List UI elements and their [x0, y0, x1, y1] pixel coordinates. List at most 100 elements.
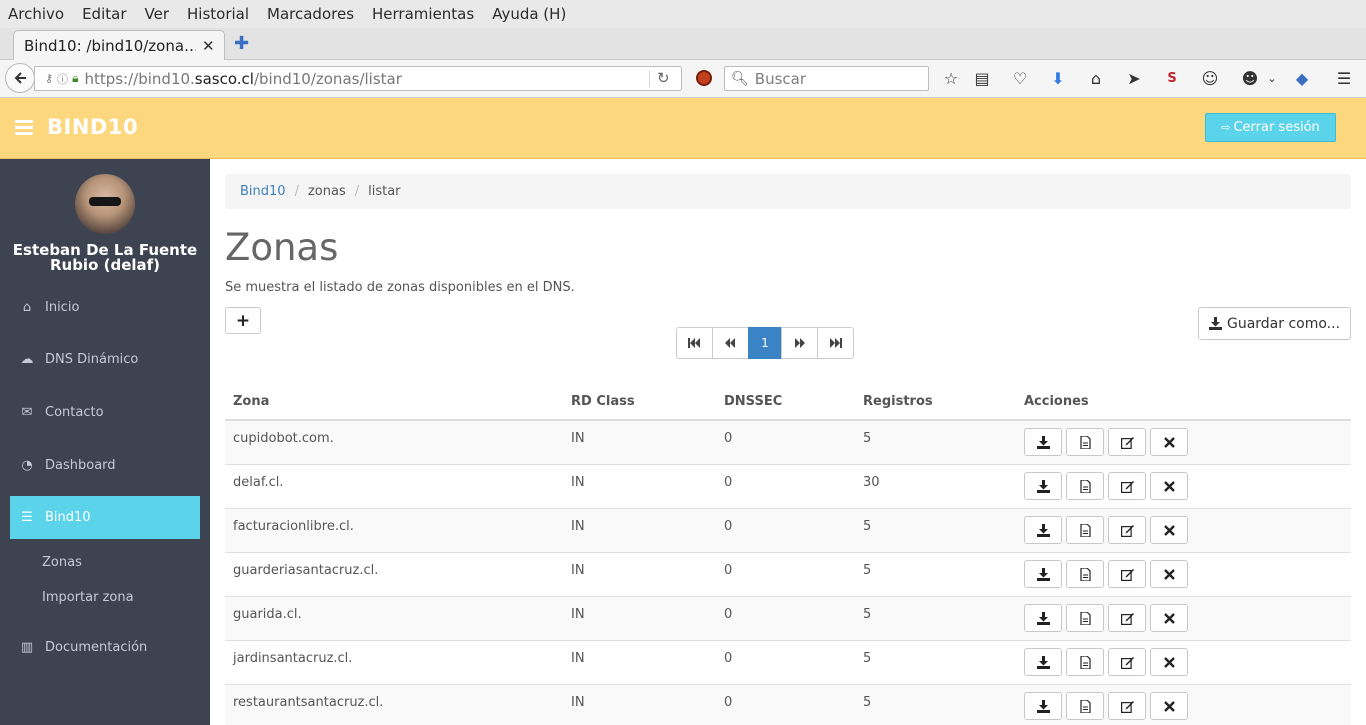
edit-zone-button[interactable] — [1108, 428, 1146, 456]
edit-zone-button[interactable] — [1108, 472, 1146, 500]
column-header-registros[interactable]: Registros — [863, 394, 933, 409]
plus-icon: + — [235, 310, 251, 331]
download-zone-button[interactable] — [1024, 692, 1062, 720]
page-1-button[interactable]: 1 — [748, 327, 782, 359]
send-icon[interactable]: ➤ — [1124, 69, 1144, 89]
url-text[interactable]: https://bind10.sasco.cl/bind10/zonas/lis… — [84, 70, 401, 88]
download-icon — [1036, 699, 1050, 713]
menu-archivo[interactable]: Archivo — [8, 5, 64, 23]
new-tab-icon[interactable]: ✚ — [234, 33, 249, 54]
sidebar-item-contacto[interactable]: ✉ Contacto — [10, 391, 200, 434]
column-header-zona[interactable]: Zona — [233, 394, 269, 409]
home-icon[interactable]: ⌂ — [1086, 69, 1106, 89]
breadcrumb-bind10[interactable]: Bind10 — [240, 184, 286, 199]
back-button[interactable] — [5, 63, 35, 93]
menu-ayuda[interactable]: Ayuda (H) — [492, 5, 566, 23]
extension-s-icon[interactable]: S — [1162, 69, 1182, 89]
url-bar[interactable]: ⚷ ⓘ 🔒︎ https://bind10.sasco.cl/bind10/zo… — [34, 66, 682, 91]
view-file-button[interactable] — [1066, 472, 1104, 500]
menu-marcadores[interactable]: Marcadores — [267, 5, 354, 23]
view-file-button[interactable] — [1066, 428, 1104, 456]
file-icon — [1079, 523, 1091, 537]
delete-zone-button[interactable] — [1150, 516, 1188, 544]
sidebar-item-documentacion[interactable]: ▥ Documentación — [10, 626, 200, 669]
download-zone-button[interactable] — [1024, 516, 1062, 544]
chat-icon[interactable]: ☺ — [1200, 69, 1220, 89]
sidebar-subitem-importar-zona[interactable]: Importar zona — [42, 590, 134, 605]
view-file-button[interactable] — [1066, 692, 1104, 720]
sidebar-item-label: Documentación — [45, 640, 148, 655]
menu-editar[interactable]: Editar — [82, 5, 126, 23]
edit-icon — [1120, 568, 1134, 581]
sidebar-item-dashboard[interactable]: ◔ Dashboard — [10, 444, 200, 487]
hamburger-menu-icon[interactable] — [15, 120, 33, 135]
save-as-button[interactable]: Guardar como... — [1198, 307, 1351, 340]
rd-class-cell: IN — [571, 607, 585, 622]
table-row: restaurantsantacruz.cl. IN 0 5 — [225, 685, 1351, 725]
chevron-down-icon[interactable]: ⌄ — [1262, 69, 1282, 89]
file-icon — [1079, 699, 1091, 713]
delete-zone-button[interactable] — [1150, 604, 1188, 632]
rd-class-cell: IN — [571, 519, 585, 534]
menu-ver[interactable]: Ver — [145, 5, 170, 23]
brand-title[interactable]: BIND10 — [47, 115, 138, 139]
key-icon[interactable]: ⚷ — [45, 72, 53, 85]
download-zone-button[interactable] — [1024, 472, 1062, 500]
download-zone-button[interactable] — [1024, 560, 1062, 588]
pocket-icon[interactable]: ♡ — [1010, 69, 1030, 89]
reload-icon[interactable]: ↻ — [657, 69, 670, 87]
view-file-button[interactable] — [1066, 560, 1104, 588]
edit-zone-button[interactable] — [1108, 692, 1146, 720]
first-page-button[interactable] — [676, 327, 713, 359]
add-zone-button[interactable]: + — [225, 307, 261, 334]
info-icon[interactable]: ⓘ — [57, 71, 68, 87]
edit-zone-button[interactable] — [1108, 604, 1146, 632]
breadcrumb-listar: listar — [368, 184, 401, 199]
menu-herramientas[interactable]: Herramientas — [372, 5, 474, 23]
view-file-button[interactable] — [1066, 648, 1104, 676]
delete-zone-button[interactable] — [1150, 648, 1188, 676]
logout-button[interactable]: ⇨ Cerrar sesión — [1205, 113, 1336, 142]
search-input[interactable]: 🔍︎ Buscar — [724, 66, 929, 91]
edit-zone-button[interactable] — [1108, 560, 1146, 588]
search-placeholder: Buscar — [754, 69, 806, 88]
sidebar-item-bind10[interactable]: ☰ Bind10 — [10, 496, 200, 539]
edit-zone-button[interactable] — [1108, 516, 1146, 544]
view-file-button[interactable] — [1066, 516, 1104, 544]
bookmark-star-icon[interactable]: ☆ — [941, 69, 961, 89]
user-name: Esteban De La Fuente Rubio (delaf) — [12, 241, 198, 274]
menu-historial[interactable]: Historial — [187, 5, 249, 23]
delete-zone-button[interactable] — [1150, 428, 1188, 456]
view-file-button[interactable] — [1066, 604, 1104, 632]
reading-list-icon[interactable]: ▤ — [972, 69, 992, 89]
edit-zone-button[interactable] — [1108, 648, 1146, 676]
download-zone-button[interactable] — [1024, 648, 1062, 676]
ublock-icon[interactable] — [696, 70, 712, 86]
row-actions — [1024, 604, 1192, 632]
lock-icon[interactable]: 🔒︎ — [72, 71, 78, 86]
tampermonkey-icon[interactable]: ☻ — [1240, 69, 1260, 89]
breadcrumb-zonas: zonas — [307, 184, 346, 199]
download-zone-button[interactable] — [1024, 604, 1062, 632]
column-header-dnssec[interactable]: DNSSEC — [724, 394, 782, 409]
app-header: BIND10 ⇨ Cerrar sesión — [0, 98, 1366, 159]
delete-zone-button[interactable] — [1150, 472, 1188, 500]
download-zone-button[interactable] — [1024, 428, 1062, 456]
browser-menu-icon[interactable]: ☰ — [1334, 69, 1354, 89]
browser-tab[interactable]: Bind10: /bind10/zona… ✕ — [13, 30, 225, 60]
previous-page-button[interactable] — [712, 327, 749, 359]
sidebar-subitem-zonas[interactable]: Zonas — [42, 555, 82, 570]
next-page-button[interactable] — [781, 327, 818, 359]
column-header-rd-class[interactable]: RD Class — [571, 394, 635, 409]
file-icon — [1079, 655, 1091, 669]
download-icon — [1036, 479, 1050, 493]
last-page-button[interactable] — [817, 327, 854, 359]
sidebar-item-inicio[interactable]: ⌂ Inicio — [10, 286, 200, 329]
sidebar-item-dns-dinamico[interactable]: ☁ DNS Dinámico — [10, 338, 200, 381]
download-icon[interactable]: ⬇ — [1048, 69, 1068, 89]
rd-class-cell: IN — [571, 695, 585, 710]
close-tab-icon[interactable]: ✕ — [202, 37, 215, 55]
delete-zone-button[interactable] — [1150, 560, 1188, 588]
extension-cube-icon[interactable]: ◆ — [1292, 69, 1312, 89]
delete-zone-button[interactable] — [1150, 692, 1188, 720]
